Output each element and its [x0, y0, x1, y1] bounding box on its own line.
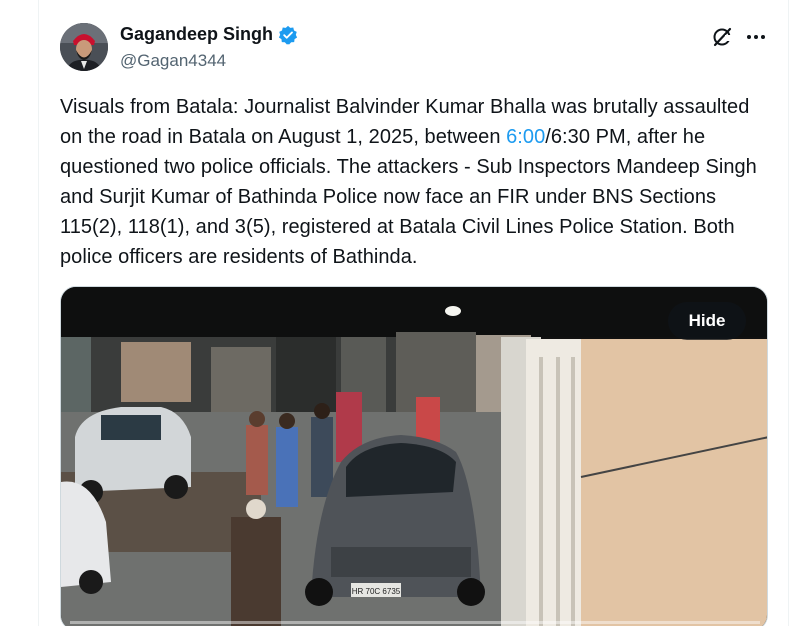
- author-name-row[interactable]: Gagandeep Singh: [120, 24, 298, 45]
- video-progress-bar[interactable]: [70, 621, 760, 624]
- verified-badge-icon: [278, 25, 298, 44]
- hide-media-button[interactable]: Hide: [668, 302, 746, 340]
- author-handle[interactable]: @Gagan4344: [120, 51, 226, 71]
- column-border-right: [788, 0, 789, 626]
- tweet-text: Visuals from Batala: Journalist Balvinde…: [60, 92, 772, 272]
- video-frame: HR 70C 6735: [61, 287, 767, 626]
- column-border-left: [38, 0, 39, 626]
- avatar-image: [60, 23, 108, 71]
- avatar[interactable]: [60, 23, 108, 71]
- video-media[interactable]: HR 70C 6735: [60, 286, 768, 626]
- grok-icon[interactable]: [711, 26, 734, 48]
- timestamp-link[interactable]: 6:00: [506, 126, 545, 148]
- tweet-page: Gagandeep Singh @Gagan4344 Visuals from …: [0, 0, 791, 626]
- license-plate-text: HR 70C 6735: [352, 587, 401, 596]
- author-name[interactable]: Gagandeep Singh: [120, 24, 273, 45]
- more-icon[interactable]: [744, 26, 768, 48]
